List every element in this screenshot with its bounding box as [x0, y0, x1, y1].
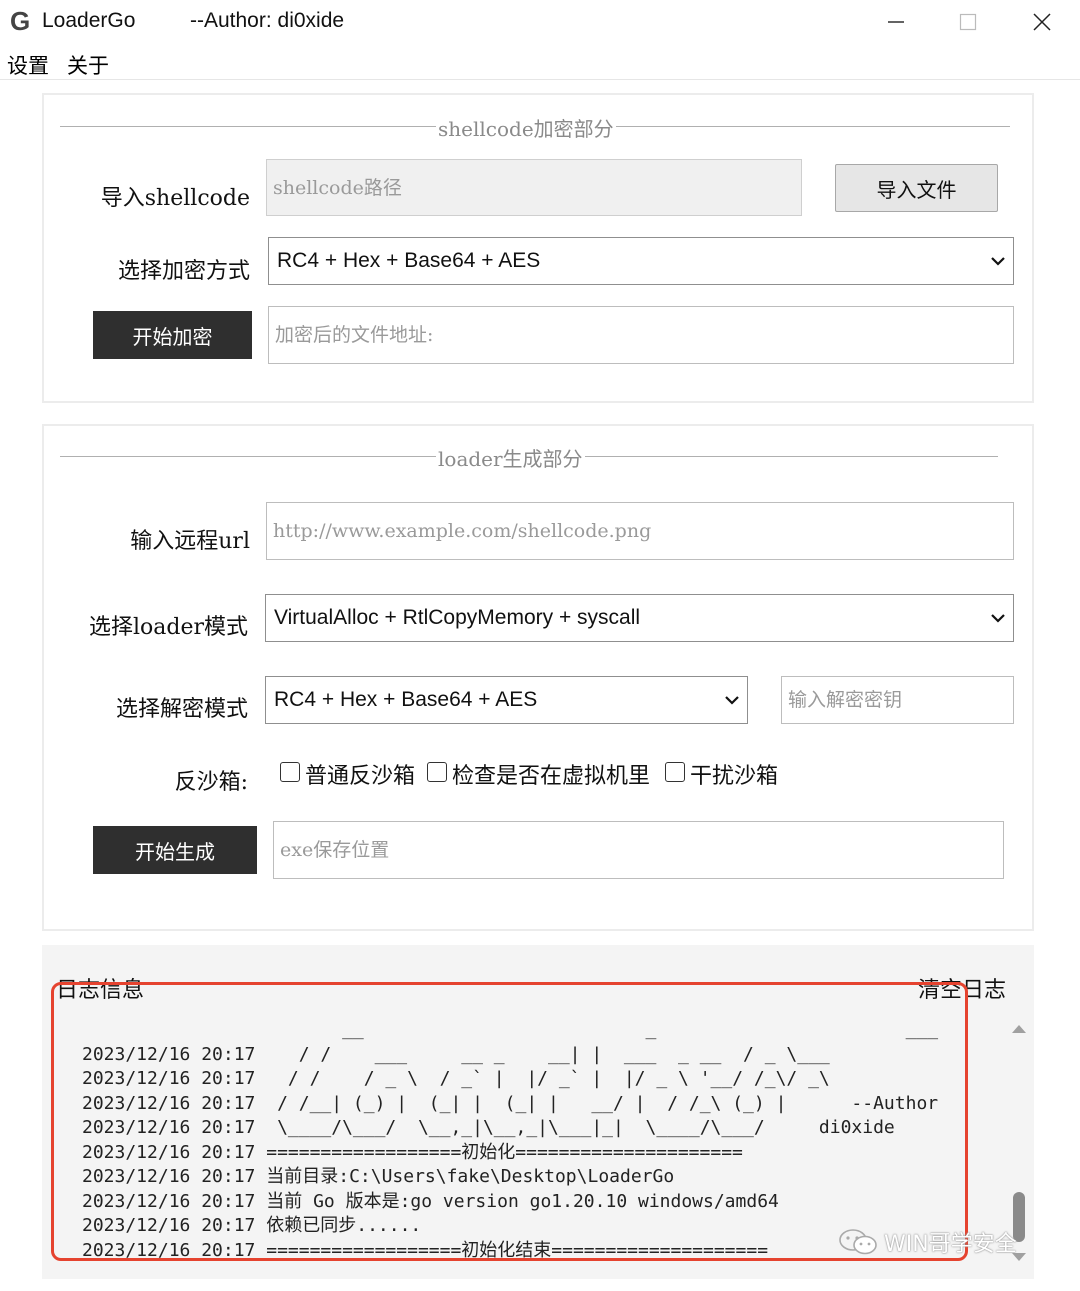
shellcode-path-input[interactable] — [266, 159, 802, 216]
loader-legend: loader生成部分 — [436, 443, 585, 472]
decrypt-mode-label: 选择解密模式 — [115, 697, 248, 722]
app-logo-icon: G — [10, 6, 31, 36]
remote-url-label: 输入远程url — [130, 529, 250, 554]
chevron-down-icon — [991, 257, 1005, 266]
window-title: LoaderGo — [42, 9, 136, 32]
watermark: WIN哥学安全 — [838, 1226, 1017, 1258]
chevron-down-icon — [991, 614, 1005, 623]
remote-url-input[interactable] — [266, 502, 1014, 560]
minimize-icon — [888, 21, 904, 23]
close-button[interactable] — [1012, 0, 1072, 44]
normal-anti-sandbox-label: 普通反沙箱 — [305, 764, 416, 789]
maximize-button[interactable] — [938, 0, 998, 44]
encrypt-method-select[interactable]: RC4 + Hex + Base64 + AES — [268, 237, 1014, 285]
vm-check-checkbox[interactable] — [427, 762, 447, 782]
decrypt-key-input[interactable] — [781, 676, 1014, 724]
close-icon — [1033, 13, 1051, 31]
chevron-down-icon — [725, 696, 739, 705]
window-author: --Author: di0xide — [190, 9, 345, 32]
loader-mode-select[interactable]: VirtualAlloc + RtlCopyMemory + syscall — [265, 594, 1014, 642]
start-generate-button[interactable]: 开始生成 — [93, 826, 257, 874]
decrypt-mode-select[interactable]: RC4 + Hex + Base64 + AES — [265, 676, 748, 724]
highlight-annotation — [51, 982, 968, 1261]
menu-bar: 设置 关于 — [0, 44, 1080, 80]
menu-about[interactable]: 关于 — [67, 50, 109, 80]
import-shellcode-label: 导入shellcode — [100, 186, 250, 211]
anti-sandbox-label: 反沙箱: — [174, 770, 248, 795]
disturb-sandbox-checkbox[interactable] — [665, 762, 685, 782]
loader-mode-label: 选择loader模式 — [88, 615, 248, 640]
exe-save-location-input[interactable] — [273, 821, 1004, 879]
start-encrypt-button[interactable]: 开始加密 — [93, 311, 252, 359]
maximize-icon — [959, 13, 977, 31]
import-file-button[interactable]: 导入文件 — [835, 164, 998, 212]
wechat-icon — [839, 1229, 877, 1255]
encrypted-file-output[interactable] — [268, 306, 1014, 364]
loader-mode-value: VirtualAlloc + RtlCopyMemory + syscall — [274, 606, 641, 629]
minimize-button[interactable] — [866, 0, 926, 44]
decrypt-mode-value: RC4 + Hex + Base64 + AES — [274, 688, 538, 711]
scroll-up-icon — [1012, 1025, 1026, 1033]
title-bar: G LoaderGo --Author: di0xide — [0, 0, 1080, 44]
encrypt-method-label: 选择加密方式 — [117, 259, 250, 284]
menu-settings[interactable]: 设置 — [7, 50, 49, 80]
encrypt-method-value: RC4 + Hex + Base64 + AES — [277, 249, 541, 272]
normal-anti-sandbox-checkbox[interactable] — [280, 762, 300, 782]
watermark-text: WIN哥学安全 — [884, 1232, 1017, 1257]
disturb-sandbox-label: 干扰沙箱 — [690, 764, 779, 789]
vm-check-label: 检查是否在虚拟机里 — [452, 764, 651, 789]
encrypt-legend: shellcode加密部分 — [436, 113, 616, 142]
